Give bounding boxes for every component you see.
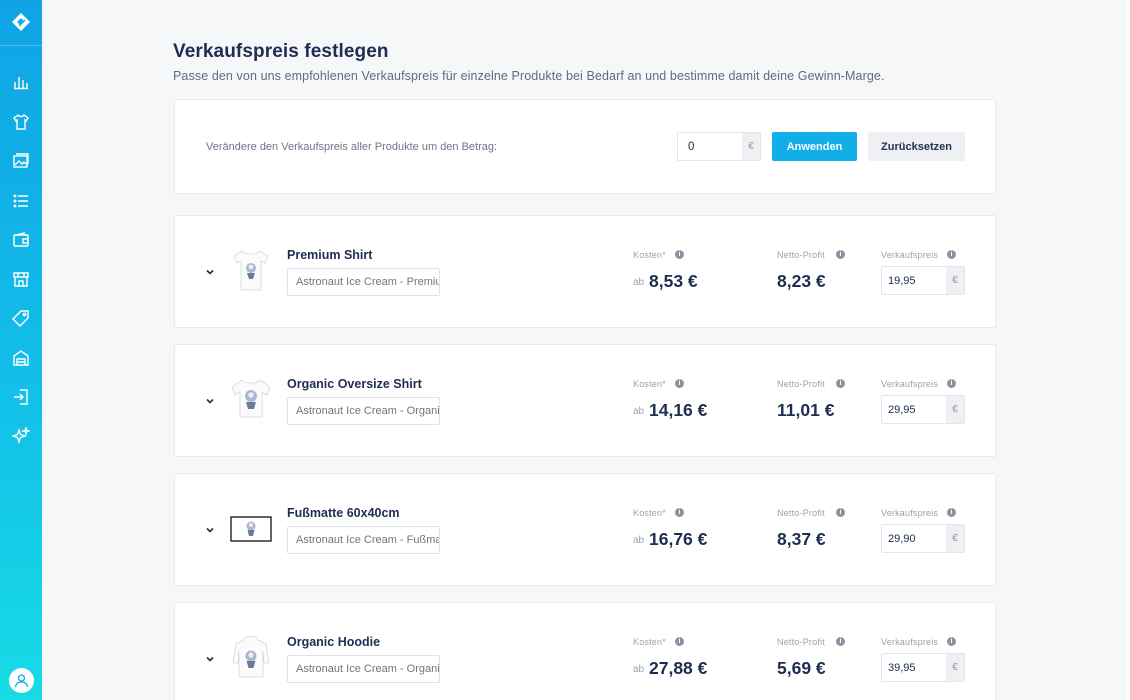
product-title-input[interactable] xyxy=(287,397,440,425)
cost-value: 8,53 € xyxy=(649,271,698,291)
product-name: Organic Oversize Shirt xyxy=(287,377,422,391)
scroll-edge xyxy=(1126,0,1130,700)
cost-from-label: ab xyxy=(633,277,645,288)
currency-unit: € xyxy=(946,654,964,681)
chevron-down-icon[interactable] xyxy=(204,266,216,278)
price-label: Verkaufspreis xyxy=(881,379,939,389)
profit-value: 8,23 € xyxy=(777,271,826,291)
chevron-down-icon[interactable] xyxy=(204,524,216,536)
chevron-down-icon[interactable] xyxy=(204,653,216,665)
tag-icon[interactable] xyxy=(12,309,30,327)
product-card: Organic Oversize Shirt Kosten* i Netto-P… xyxy=(174,344,996,457)
cost-info-icon[interactable]: i xyxy=(675,508,684,517)
profit-info-icon[interactable]: i xyxy=(836,637,845,646)
price-label: Verkaufspreis xyxy=(881,637,939,647)
price-info-icon[interactable]: i xyxy=(947,250,956,259)
bulk-amount-field: € xyxy=(677,132,761,161)
price-info-icon[interactable]: i xyxy=(947,637,956,646)
price-label: Verkaufspreis xyxy=(881,250,939,260)
cost-value: 14,16 € xyxy=(649,400,708,420)
profit-label: Netto-Profit xyxy=(777,250,825,260)
logo[interactable] xyxy=(0,0,42,46)
bulk-price-label: Verändere den Verkaufspreis aller Produk… xyxy=(206,141,498,153)
cost-from-label: ab xyxy=(633,535,645,546)
product-title-input[interactable] xyxy=(287,526,440,554)
profit-info-icon[interactable]: i xyxy=(836,250,845,259)
profit-value: 8,37 € xyxy=(777,529,826,549)
product-name: Fußmatte 60x40cm xyxy=(287,506,400,520)
price-field: € xyxy=(881,395,965,424)
currency-unit: € xyxy=(946,525,964,552)
currency-unit: € xyxy=(946,396,964,423)
chevron-down-icon[interactable] xyxy=(204,395,216,407)
cost-label: Kosten* xyxy=(633,250,666,260)
sign-in-icon[interactable] xyxy=(12,388,30,406)
hoodie-thumbnail xyxy=(232,635,270,678)
wallet-icon[interactable] xyxy=(12,231,30,249)
price-input[interactable] xyxy=(882,525,946,552)
cost-info-icon[interactable]: i xyxy=(675,637,684,646)
price-input[interactable] xyxy=(882,396,946,423)
profit-info-icon[interactable]: i xyxy=(836,379,845,388)
profit-value: 11,01 € xyxy=(777,400,835,420)
bar-chart-icon[interactable] xyxy=(12,73,30,91)
profit-info-icon[interactable]: i xyxy=(836,508,845,517)
list-icon[interactable] xyxy=(12,192,30,210)
currency-unit: € xyxy=(742,133,760,160)
tshirt-icon[interactable] xyxy=(12,113,30,131)
product-card: Fußmatte 60x40cm Kosten* i Netto-Profit … xyxy=(174,473,996,586)
user-icon xyxy=(14,674,29,688)
main-content: Verkaufspreis festlegen Passe den von un… xyxy=(42,0,1130,700)
page-subtitle: Passe den von uns empfohlenen Verkaufspr… xyxy=(173,69,885,83)
apply-button[interactable]: Anwenden xyxy=(772,132,857,161)
price-field: € xyxy=(881,266,965,295)
price-input[interactable] xyxy=(882,654,946,681)
warehouse-icon[interactable] xyxy=(12,349,30,367)
product-card: Organic Hoodie Kosten* i Netto-Profit i … xyxy=(174,602,996,700)
profit-value: 5,69 € xyxy=(777,658,826,678)
price-info-icon[interactable]: i xyxy=(947,379,956,388)
product-name: Organic Hoodie xyxy=(287,635,381,649)
sparkles-icon[interactable] xyxy=(12,427,30,445)
premium-shirt-thumbnail xyxy=(233,250,269,291)
price-field: € xyxy=(881,653,965,682)
bulk-price-card: Verändere den Verkaufspreis aller Produk… xyxy=(174,99,996,194)
doormat-thumbnail xyxy=(230,516,272,542)
product-card: Premium Shirt Kosten* i Netto-Profit i V… xyxy=(174,215,996,328)
profit-label: Netto-Profit xyxy=(777,379,825,389)
gallery-icon[interactable] xyxy=(12,152,30,170)
logo-icon xyxy=(12,13,30,31)
user-avatar[interactable] xyxy=(9,668,34,693)
product-name: Premium Shirt xyxy=(287,248,373,262)
price-field: € xyxy=(881,524,965,553)
cost-label: Kosten* xyxy=(633,379,666,389)
price-label: Verkaufspreis xyxy=(881,508,939,518)
oversize-shirt-thumbnail xyxy=(231,379,271,418)
page-title: Verkaufspreis festlegen xyxy=(173,41,389,62)
price-input[interactable] xyxy=(882,267,946,294)
store-icon[interactable] xyxy=(12,270,30,288)
reset-button[interactable]: Zurücksetzen xyxy=(868,132,965,161)
cost-info-icon[interactable]: i xyxy=(675,250,684,259)
cost-value: 16,76 € xyxy=(649,529,708,549)
cost-label: Kosten* xyxy=(633,508,666,518)
price-info-icon[interactable]: i xyxy=(947,508,956,517)
cost-value: 27,88 € xyxy=(649,658,708,678)
cost-from-label: ab xyxy=(633,406,645,417)
cost-label: Kosten* xyxy=(633,637,666,647)
profit-label: Netto-Profit xyxy=(777,637,825,647)
currency-unit: € xyxy=(946,267,964,294)
profit-label: Netto-Profit xyxy=(777,508,825,518)
cost-from-label: ab xyxy=(633,664,645,675)
product-title-input[interactable] xyxy=(287,268,440,296)
cost-info-icon[interactable]: i xyxy=(675,379,684,388)
product-title-input[interactable] xyxy=(287,655,440,683)
sidebar xyxy=(0,0,42,700)
bulk-amount-input[interactable] xyxy=(678,133,742,160)
